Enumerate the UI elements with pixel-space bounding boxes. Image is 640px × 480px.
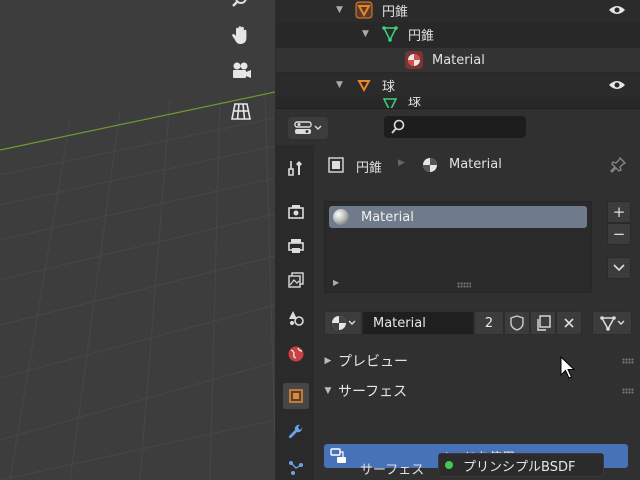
properties-content: 円錐 ▶ Material Material ▶ + − Material 2 …	[314, 145, 640, 480]
object-orange-icon	[289, 389, 303, 403]
outliner-label: 球	[382, 79, 396, 95]
mesh-data-icon	[600, 316, 616, 331]
outliner-row-sphere[interactable]: ▼ 球	[276, 73, 640, 97]
chevron-down-icon	[617, 320, 625, 325]
view-layer-icon	[288, 272, 304, 288]
material-icon	[404, 50, 424, 70]
expand-arrow-icon: ▼	[324, 386, 332, 396]
surface-shader-value: プリンシプルBSDF	[463, 459, 576, 475]
preview-panel-header[interactable]: ▶ プレビュー	[320, 348, 634, 374]
object-data-icon	[326, 155, 346, 175]
wrench-icon	[288, 424, 303, 439]
breadcrumb-separator-icon: ▶	[398, 158, 405, 168]
properties-editor[interactable]: 円錐 ▶ Material Material ▶ + − Material 2 …	[276, 108, 640, 480]
outliner-row-cone-mesh[interactable]: ▼ 円錐	[276, 22, 640, 46]
visibility-eye-icon[interactable]	[608, 4, 626, 16]
list-expand-arrow-icon[interactable]: ▶	[333, 278, 339, 287]
breadcrumb-material: Material	[449, 157, 502, 172]
tab-tool[interactable]	[283, 155, 309, 181]
perspective-grid-icon[interactable]	[230, 100, 262, 128]
output-printer-icon	[288, 239, 304, 253]
outliner-label: Material	[432, 52, 485, 68]
close-icon	[564, 318, 574, 328]
outliner-row-sphere-mesh[interactable]: 球	[276, 97, 640, 108]
outliner-label: 円錐	[408, 28, 435, 44]
link-type-dropdown[interactable]	[592, 311, 632, 335]
render-icon	[288, 205, 304, 219]
material-slot-label: Material	[361, 209, 414, 225]
material-sphere-icon	[420, 155, 440, 175]
world-globe-icon	[288, 346, 304, 362]
surface-shader-selector[interactable]: プリンシプルBSDF	[438, 453, 604, 477]
editor-type-dropdown[interactable]	[288, 117, 328, 139]
tab-particles[interactable]	[283, 455, 309, 480]
hand-pan-icon[interactable]	[230, 24, 262, 52]
unlink-material-button[interactable]	[556, 311, 582, 335]
outliner-row-material[interactable]: Material	[276, 48, 640, 72]
panel-drag-grip[interactable]	[622, 388, 634, 394]
object-cone-icon	[354, 0, 374, 20]
list-resize-grip[interactable]	[457, 282, 471, 288]
particles-icon	[289, 461, 303, 475]
properties-tab-bar	[276, 145, 314, 480]
mesh-data-icon	[380, 97, 400, 108]
duplicate-material-button[interactable]	[530, 311, 556, 335]
chevron-down-icon	[314, 125, 322, 130]
remove-slot-button[interactable]: −	[607, 223, 631, 245]
preview-panel-label: プレビュー	[338, 354, 408, 370]
shield-icon	[510, 315, 524, 331]
properties-editor-icon	[294, 121, 312, 134]
slot-specials-button[interactable]	[607, 257, 631, 279]
3d-viewport[interactable]	[0, 0, 275, 480]
expand-arrow-icon[interactable]: ▼	[336, 5, 343, 15]
tab-scene[interactable]	[283, 305, 309, 331]
scene-icon	[289, 311, 304, 326]
properties-header	[276, 109, 640, 145]
outliner-row-cone[interactable]: ▼ 円錐	[276, 0, 640, 22]
collapse-arrow-icon: ▶	[324, 356, 332, 366]
camera-icon[interactable]	[230, 60, 262, 88]
properties-search-input[interactable]	[384, 116, 526, 138]
breadcrumb-object: 円錐	[356, 161, 383, 176]
browse-material-button[interactable]	[324, 311, 362, 335]
outliner[interactable]: ▼ 円錐 ▼ 円錐 Material ▼ 球 球	[276, 0, 640, 108]
mesh-data-icon	[380, 24, 400, 44]
material-slot-list[interactable]: Material ▶	[324, 201, 592, 293]
material-preview-icon	[333, 209, 349, 225]
expand-arrow-icon[interactable]: ▼	[362, 29, 369, 39]
copy-icon	[537, 315, 551, 331]
outliner-label: 円錐	[382, 4, 409, 20]
tab-modifiers[interactable]	[283, 419, 309, 445]
tab-world[interactable]	[283, 341, 309, 367]
panel-drag-grip[interactable]	[622, 358, 634, 364]
zoom-icon[interactable]	[230, 0, 262, 20]
material-user-count[interactable]: 2	[474, 311, 504, 335]
pin-icon[interactable]	[608, 155, 628, 175]
outliner-label: 球	[408, 97, 422, 108]
surface-panel-label: サーフェス	[338, 384, 408, 400]
tab-render[interactable]	[283, 199, 309, 225]
surface-shader-label: サーフェス	[360, 463, 425, 478]
search-icon	[391, 119, 405, 134]
material-name-input[interactable]: Material	[362, 311, 474, 335]
node-tree-icon	[330, 448, 346, 463]
add-slot-button[interactable]: +	[607, 201, 631, 223]
tab-output[interactable]	[283, 233, 309, 259]
fake-user-button[interactable]	[504, 311, 530, 335]
object-sphere-icon	[354, 75, 374, 95]
material-slot-item[interactable]: Material	[329, 206, 587, 228]
tool-icon	[288, 161, 302, 176]
visibility-eye-icon[interactable]	[608, 79, 626, 91]
chevron-down-icon	[613, 264, 625, 272]
expand-arrow-icon[interactable]: ▼	[336, 80, 343, 90]
material-sphere-icon	[332, 316, 346, 330]
mouse-pointer-icon	[560, 356, 576, 379]
surface-panel-header[interactable]: ▼ サーフェス	[320, 378, 634, 404]
tab-view-layer[interactable]	[283, 267, 309, 293]
tab-object[interactable]	[283, 383, 309, 409]
chevron-down-icon	[348, 320, 356, 325]
shader-socket-icon	[445, 461, 453, 469]
